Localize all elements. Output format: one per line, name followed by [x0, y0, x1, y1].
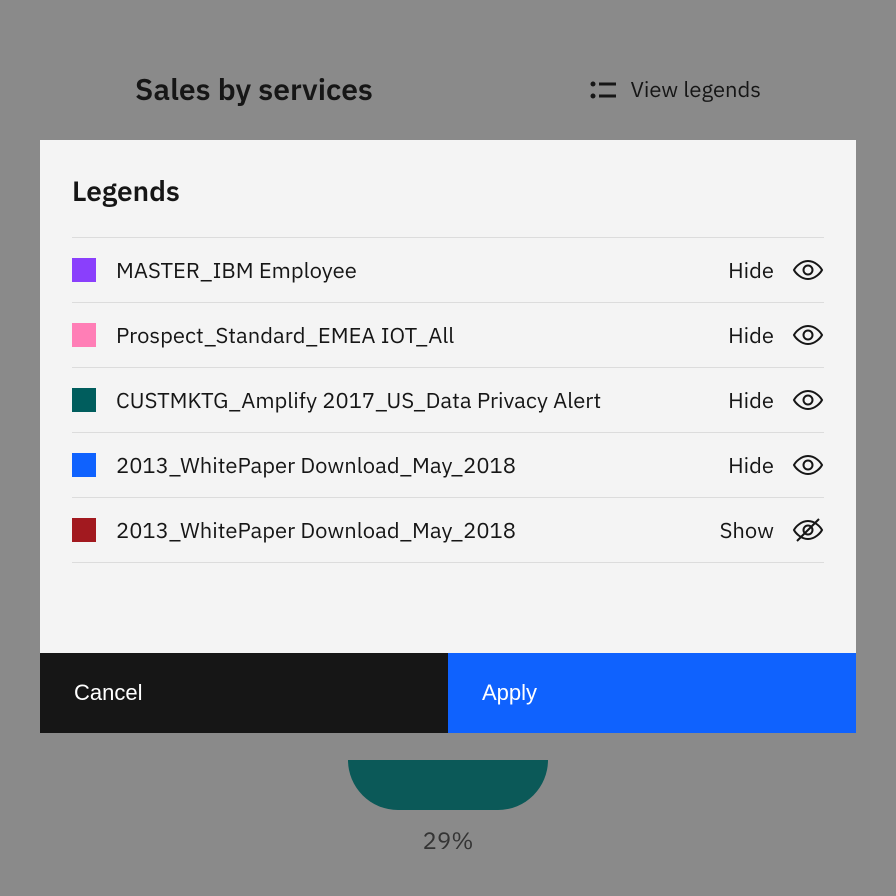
legend-row: 2013_WhitePaper Download_May_2018 Hide — [72, 433, 824, 498]
legend-visibility-toggle[interactable]: Hide — [728, 319, 824, 351]
legend-label: 2013_WhitePaper Download_May_2018 — [116, 451, 708, 480]
legend-swatch — [72, 258, 96, 282]
legend-visibility-toggle[interactable]: Hide — [728, 384, 824, 416]
legend-label: CUSTMKTG_Amplify 2017_US_Data Privacy Al… — [116, 386, 708, 415]
legend-row: Prospect_Standard_EMEA IOT_All Hide — [72, 303, 824, 368]
legend-row: CUSTMKTG_Amplify 2017_US_Data Privacy Al… — [72, 368, 824, 433]
legend-toggle-label: Hide — [728, 386, 774, 415]
legend-visibility-toggle[interactable]: Hide — [728, 449, 824, 481]
legend-row: 2013_WhitePaper Download_May_2018 Show — [72, 498, 824, 563]
modal-footer: Cancel Apply — [40, 653, 856, 733]
eye-icon — [792, 449, 824, 481]
legend-toggle-label: Show — [720, 516, 774, 545]
eye-off-icon — [792, 514, 824, 546]
eye-icon — [792, 384, 824, 416]
cancel-button[interactable]: Cancel — [40, 653, 448, 733]
legend-label: 2013_WhitePaper Download_May_2018 — [116, 516, 700, 545]
legend-row: MASTER_IBM Employee Hide — [72, 238, 824, 303]
legend-list: MASTER_IBM EmployeeHideProspect_Standard… — [72, 237, 824, 563]
legend-toggle-label: Hide — [728, 451, 774, 480]
legend-toggle-label: Hide — [728, 321, 774, 350]
legends-modal: Legends MASTER_IBM EmployeeHideProspect_… — [40, 140, 856, 733]
legend-visibility-toggle[interactable]: Show — [720, 514, 824, 546]
legend-swatch — [72, 453, 96, 477]
legend-visibility-toggle[interactable]: Hide — [728, 254, 824, 286]
legend-label: Prospect_Standard_EMEA IOT_All — [116, 321, 708, 350]
eye-icon — [792, 319, 824, 351]
legend-swatch — [72, 518, 96, 542]
legend-swatch — [72, 388, 96, 412]
eye-icon — [792, 254, 824, 286]
legend-label: MASTER_IBM Employee — [116, 256, 708, 285]
legend-swatch — [72, 323, 96, 347]
legend-toggle-label: Hide — [728, 256, 774, 285]
apply-button[interactable]: Apply — [448, 653, 856, 733]
modal-title: Legends — [72, 172, 824, 209]
modal-body: Legends MASTER_IBM EmployeeHideProspect_… — [40, 140, 856, 653]
